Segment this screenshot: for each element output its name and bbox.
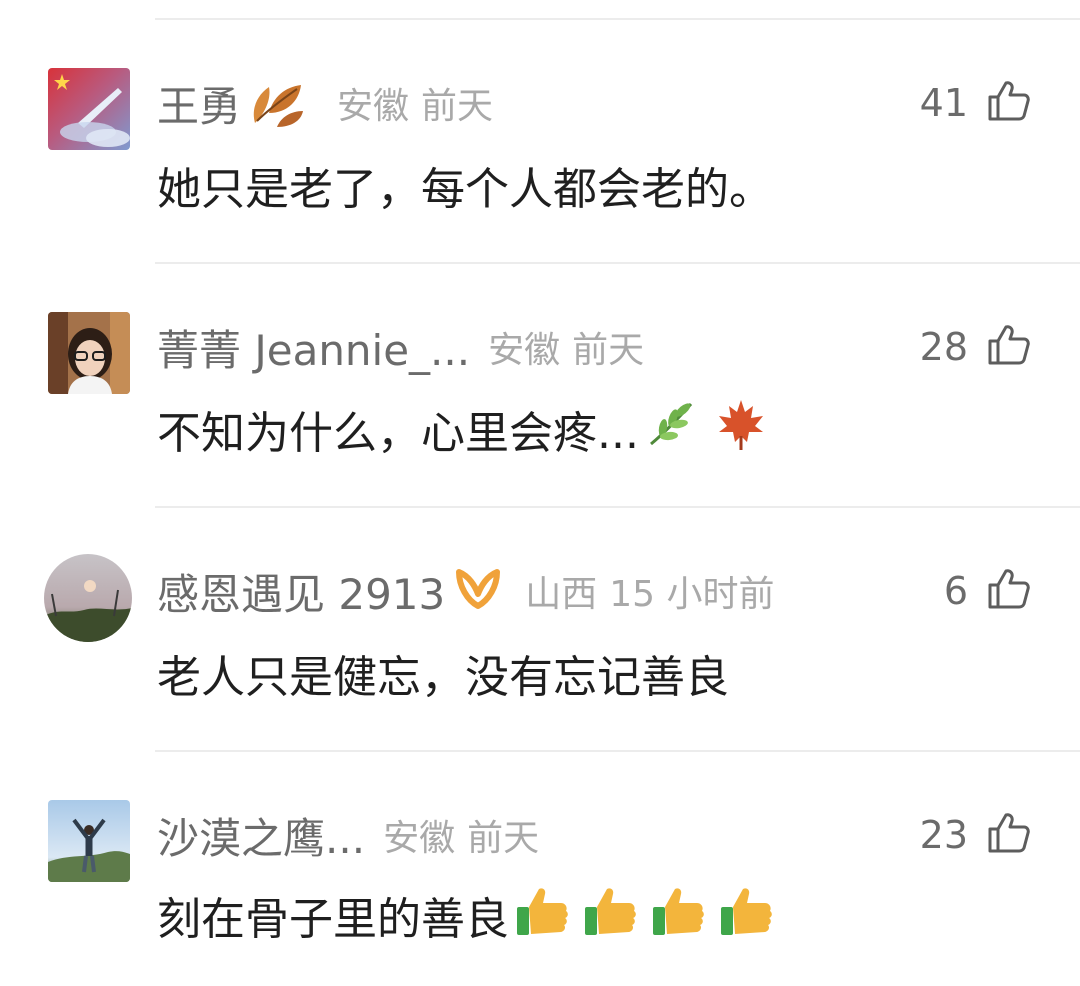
comment-body: 不知为什么，心里会疼...: [157, 408, 639, 459]
girl-portrait-avatar: [48, 312, 130, 394]
username[interactable]: 王勇: [157, 73, 241, 134]
thumbs-up-outline-icon[interactable]: [986, 567, 1032, 615]
comment-meta: 安徽 前天: [337, 77, 493, 129]
region: 山西: [525, 574, 598, 615]
like-count: 6: [943, 569, 968, 613]
maple-leaf-icon: [713, 396, 769, 463]
thumbs-up-icon: [717, 881, 777, 950]
avatar[interactable]: [44, 554, 132, 642]
comment-header: 感恩遇见 2913 山西 15 小时前: [157, 561, 775, 621]
username[interactable]: 感恩遇见 2913: [157, 561, 445, 622]
comment-text: 不知为什么，心里会疼...: [157, 399, 769, 459]
region: 安徽: [383, 818, 456, 859]
autumn-leaf-icon: [247, 73, 305, 133]
herb-icon: [643, 398, 699, 461]
top-divider: [155, 18, 1080, 20]
mountain-hiker-avatar: [48, 800, 130, 882]
divider: [155, 506, 1080, 508]
comment-meta: 安徽 前天: [488, 321, 644, 373]
comment-text: 老人只是健忘，没有忘记善良: [157, 643, 729, 703]
region: 安徽: [337, 86, 410, 127]
avatar[interactable]: [48, 800, 130, 882]
thumbs-up-outline-icon[interactable]: [986, 79, 1032, 127]
comment-header: 沙漠之鹰... 安徽 前天: [157, 805, 539, 865]
post-time: 前天: [421, 86, 494, 127]
comment-text: 她只是老了，每个人都会老的。: [157, 155, 773, 215]
post-time: 15 小时前: [609, 574, 775, 615]
comment-header: 王勇 安徽 前天: [157, 73, 493, 133]
thumbs-up-icon: [513, 881, 573, 950]
flag-rocket-avatar: [48, 68, 130, 150]
divider: [155, 750, 1080, 752]
like-button[interactable]: 23: [920, 805, 1032, 865]
divider: [155, 262, 1080, 264]
thumbs-up-icon: [581, 881, 641, 950]
comment-body: 刻在骨子里的善良: [157, 894, 509, 945]
like-count: 23: [919, 813, 968, 857]
avatar[interactable]: [48, 312, 130, 394]
comment-meta: 安徽 前天: [383, 809, 539, 861]
thumbs-up-outline-icon[interactable]: [986, 323, 1032, 371]
sunset-tree-avatar: [44, 554, 132, 642]
orange-ribbon-icon: [453, 566, 503, 616]
thumbs-up-outline-icon[interactable]: [986, 811, 1032, 859]
comment-body: 她只是老了，每个人都会老的。: [157, 164, 773, 215]
region: 安徽: [488, 330, 561, 371]
username[interactable]: 沙漠之鹰...: [157, 805, 365, 866]
comment-text: 刻在骨子里的善良: [157, 885, 777, 945]
post-time: 前天: [467, 818, 540, 859]
post-time: 前天: [572, 330, 645, 371]
comment-header: 菁菁 Jeannie_... 安徽 前天: [157, 317, 644, 377]
like-button[interactable]: 28: [920, 317, 1032, 377]
like-count: 28: [919, 325, 968, 369]
comment-meta: 山西 15 小时前: [525, 565, 774, 617]
like-count: 41: [919, 81, 968, 125]
avatar[interactable]: [48, 68, 130, 150]
like-button[interactable]: 6: [944, 561, 1032, 621]
comment-body: 老人只是健忘，没有忘记善良: [157, 652, 729, 703]
username[interactable]: 菁菁 Jeannie_...: [157, 317, 470, 378]
like-button[interactable]: 41: [920, 73, 1032, 133]
thumbs-up-icon: [649, 881, 709, 950]
